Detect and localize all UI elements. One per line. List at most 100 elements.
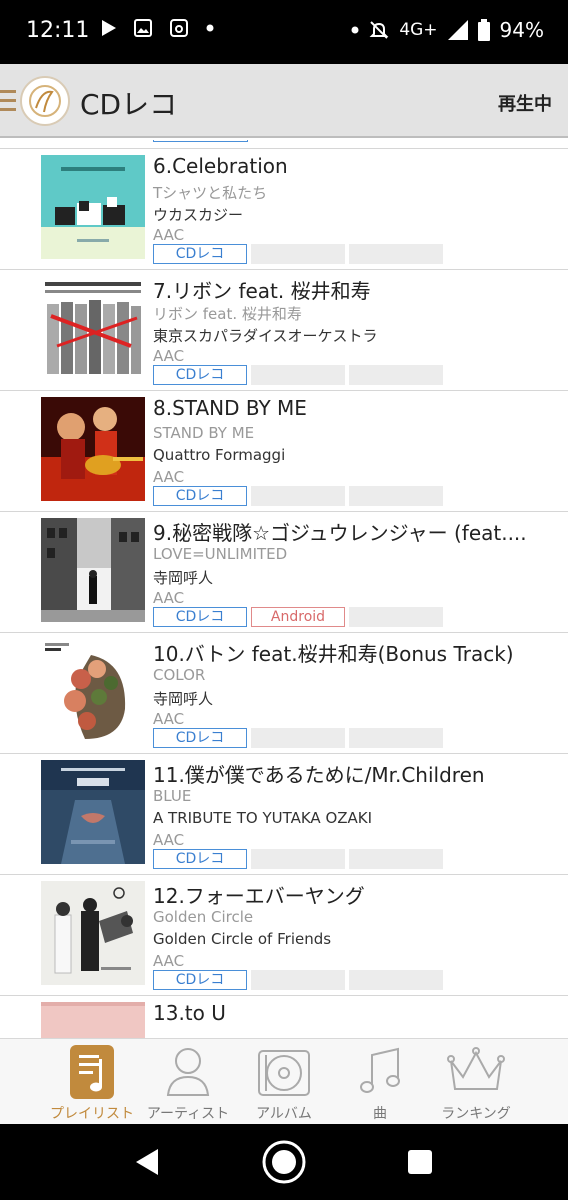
nav-ranking[interactable]: ランキング [426, 1039, 526, 1125]
track-album: STAND BY ME [153, 424, 255, 442]
album-art [41, 155, 145, 259]
track-album: COLOR [153, 666, 206, 684]
signal-icon [447, 20, 468, 40]
track-artist: 寺岡呼人 [153, 690, 214, 708]
track-list[interactable]: 6.Celebration Tシャツと私たち ウカスカジー AAC CDレコ 7… [0, 140, 568, 1038]
cdreco-tag: CDレコ [153, 970, 247, 990]
nav-label: ランキング [441, 1106, 511, 1122]
system-navigation-bar [0, 1124, 568, 1200]
cdreco-tag: CDレコ [153, 728, 247, 748]
app-title: CDレコ [80, 88, 178, 121]
network-type: 4G+ [399, 20, 438, 40]
track-artist: Golden Circle of Friends [153, 930, 332, 948]
system-indicators: 4G+ 94% [351, 18, 544, 42]
mute-icon [369, 21, 389, 39]
cdreco-tag: CDレコ [153, 607, 247, 627]
home-icon[interactable] [261, 1139, 307, 1185]
empty-tag [251, 244, 345, 264]
track-format: AAC [153, 468, 185, 486]
empty-tag [349, 365, 443, 385]
track-format: AAC [153, 710, 185, 728]
recents-icon[interactable] [408, 1150, 432, 1174]
notification-icons [102, 19, 214, 37]
track-item[interactable]: 8.STAND BY ME STAND BY ME Quattro Formag… [0, 390, 568, 511]
cdreco-tag: CDレコ [153, 486, 247, 506]
empty-tag [251, 970, 345, 990]
nav-playlist[interactable]: プレイリスト [42, 1039, 142, 1125]
image-notification-icon [134, 19, 152, 37]
track-album: LOVE=UNLIMITED [153, 545, 288, 563]
track-item[interactable]: 7.リボン feat. 桜井和寿 リボン feat. 桜井和寿 東京スカパラダイ… [0, 269, 568, 390]
album-art [41, 276, 145, 380]
artist-icon [166, 1048, 210, 1096]
track-item[interactable]: 9.秘密戦隊☆ゴジュウレンジャー (feat.... LOVE=UNLIMITE… [0, 511, 568, 632]
album-art [41, 881, 145, 985]
battery-level: 94% [499, 18, 544, 42]
nav-label: 曲 [373, 1106, 387, 1122]
android-tag: Android [251, 607, 345, 627]
album-art [41, 1002, 145, 1038]
track-title: 9.秘密戦隊☆ゴジュウレンジャー (feat.... [153, 521, 527, 545]
track-format: AAC [153, 952, 185, 970]
empty-tag [349, 728, 443, 748]
track-item[interactable]: 10.バトン feat.桜井和寿(Bonus Track) COLOR 寺岡呼人… [0, 632, 568, 753]
track-title: 11.僕が僕であるために/Mr.Children [153, 763, 485, 787]
track-album: リボン feat. 桜井和寿 [153, 305, 302, 323]
now-playing-button[interactable]: 再生中 [498, 90, 552, 116]
track-format: AAC [153, 589, 185, 607]
track-album: Golden Circle [153, 908, 254, 926]
nav-label: アルバム [256, 1106, 312, 1122]
menu-icon[interactable] [0, 90, 16, 112]
cdreco-tag: CDレコ [153, 365, 247, 385]
nav-artist[interactable]: アーティスト [138, 1039, 238, 1125]
app-logo-icon [20, 76, 70, 126]
song-icon [360, 1047, 400, 1093]
bottom-navigation: プレイリスト アーティスト アルバム 曲 ランキング [0, 1038, 568, 1124]
nav-label: プレイリスト [50, 1106, 134, 1122]
crown-icon [447, 1047, 505, 1090]
empty-tag [349, 486, 443, 506]
track-title: 6.Celebration [153, 154, 288, 178]
empty-tag [251, 849, 345, 869]
track-title: 8.STAND BY ME [153, 396, 307, 420]
nav-song[interactable]: 曲 [330, 1039, 430, 1125]
album-art [41, 397, 145, 501]
empty-tag [349, 607, 443, 627]
track-artist: 寺岡呼人 [153, 569, 214, 587]
empty-tag [251, 365, 345, 385]
album-icon [258, 1050, 310, 1096]
battery-icon [477, 19, 490, 41]
back-icon[interactable] [134, 1148, 160, 1176]
status-bar: 12:11 4G+ 94% [0, 0, 568, 64]
track-album: Tシャツと私たち [153, 184, 268, 202]
track-title: 13.to U [153, 1001, 226, 1025]
track-artist: A TRIBUTE TO YUTAKA OZAKI [153, 809, 373, 827]
nav-label: アーティスト [146, 1106, 230, 1122]
dot-indicator-icon [351, 26, 359, 34]
album-art [41, 639, 145, 743]
track-title: 7.リボン feat. 桜井和寿 [153, 279, 371, 303]
previous-item-tag [153, 140, 248, 142]
track-item[interactable]: 6.Celebration Tシャツと私たち ウカスカジー AAC CDレコ [0, 148, 568, 269]
empty-tag [349, 244, 443, 264]
app-bar: CDレコ 再生中 [0, 64, 568, 138]
track-artist: 東京スカパラダイスオーケストラ [153, 327, 378, 345]
track-format: AAC [153, 831, 185, 849]
track-item[interactable]: 11.僕が僕であるために/Mr.Children BLUE A TRIBUTE … [0, 753, 568, 874]
track-format: AAC [153, 347, 185, 365]
track-item[interactable]: 12.フォーエバーヤング Golden Circle Golden Circle… [0, 874, 568, 995]
empty-tag [251, 486, 345, 506]
track-title: 10.バトン feat.桜井和寿(Bonus Track) [153, 642, 514, 666]
empty-tag [251, 728, 345, 748]
play-notification-icon [102, 20, 116, 36]
track-title: 12.フォーエバーヤング [153, 884, 365, 908]
status-time: 12:11 [26, 18, 90, 43]
cdreco-tag: CDレコ [153, 849, 247, 869]
cdreco-tag: CDレコ [153, 244, 247, 264]
track-item[interactable]: 13.to U [0, 995, 568, 1038]
track-album: BLUE [153, 787, 192, 805]
playlist-icon [70, 1045, 114, 1099]
track-artist: Quattro Formaggi [153, 446, 286, 464]
nav-album[interactable]: アルバム [234, 1039, 334, 1125]
empty-tag [349, 849, 443, 869]
